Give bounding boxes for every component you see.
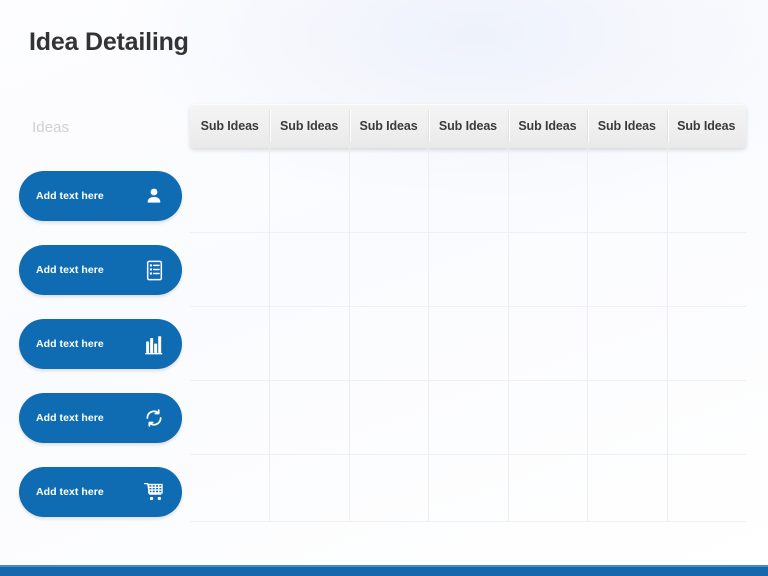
idea-pill-2[interactable]: Add text here [19, 245, 182, 295]
grid-horizontal-line [190, 306, 746, 307]
sub-ideas-header-row: Sub Ideas Sub Ideas Sub Ideas Sub Ideas … [190, 104, 746, 148]
sub-ideas-header-cell[interactable]: Sub Ideas [190, 104, 269, 148]
grid-horizontal-line [190, 380, 746, 381]
idea-pill-label: Add text here [36, 338, 104, 350]
page-title: Idea Detailing [29, 28, 189, 56]
grid-horizontal-line [190, 454, 746, 455]
grid-vertical-line [587, 148, 588, 522]
ideas-column-label: Ideas [32, 119, 70, 136]
sub-ideas-header-cell[interactable]: Sub Ideas [507, 104, 587, 148]
idea-pill-label: Add text here [36, 190, 104, 202]
idea-pill-label: Add text here [36, 412, 104, 424]
sub-ideas-header-cell[interactable]: Sub Ideas [587, 104, 666, 148]
sub-ideas-header-cell[interactable]: Sub Ideas [666, 104, 746, 148]
grid-horizontal-line [190, 232, 746, 233]
idea-pill-1[interactable]: Add text here [19, 171, 182, 221]
bottom-accent-bar [0, 565, 768, 576]
idea-pill-5[interactable]: Add text here [19, 467, 182, 517]
grid-vertical-line [667, 148, 668, 522]
sub-ideas-header-cell[interactable]: Sub Ideas [269, 104, 348, 148]
idea-pill-label: Add text here [36, 486, 104, 498]
bar-chart-icon [142, 332, 166, 356]
grid-vertical-line [508, 148, 509, 522]
user-icon [142, 184, 166, 208]
sub-ideas-grid [190, 148, 746, 522]
list-document-icon [142, 258, 166, 282]
grid-vertical-line [349, 148, 350, 522]
refresh-cycle-icon [142, 406, 166, 430]
slide-canvas: Idea Detailing Ideas Sub Ideas Sub Ideas… [0, 0, 768, 576]
grid-horizontal-line [190, 521, 746, 522]
grid-vertical-line [428, 148, 429, 522]
idea-pill-label: Add text here [36, 264, 104, 276]
idea-pill-4[interactable]: Add text here [19, 393, 182, 443]
idea-pill-3[interactable]: Add text here [19, 319, 182, 369]
grid-vertical-line [269, 148, 270, 522]
shopping-cart-icon [142, 480, 166, 504]
sub-ideas-header-cell[interactable]: Sub Ideas [428, 104, 507, 148]
sub-ideas-header-cell[interactable]: Sub Ideas [348, 104, 428, 148]
